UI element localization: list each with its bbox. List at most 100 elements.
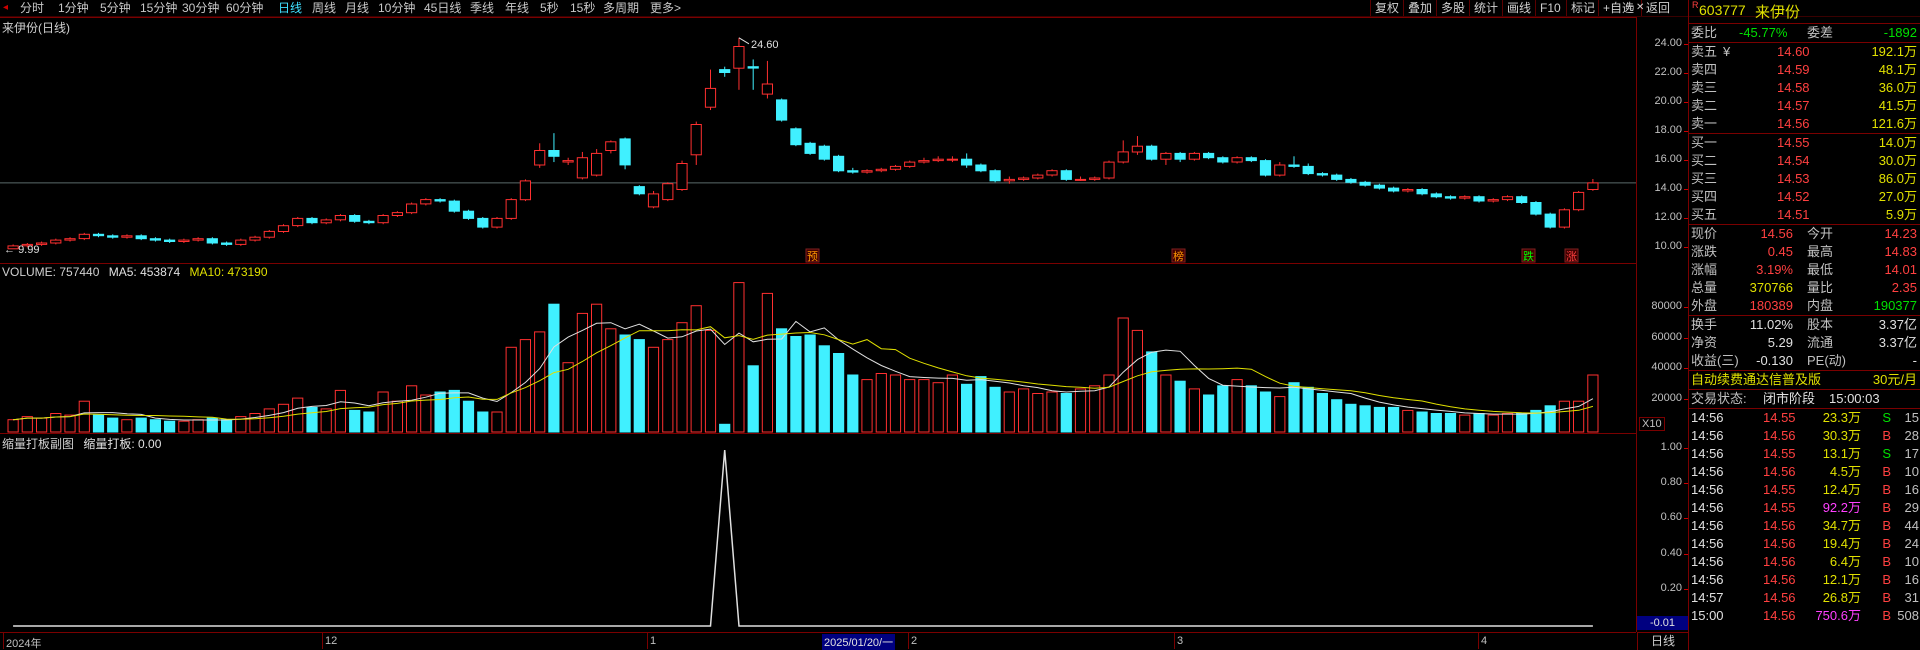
volume-bar	[704, 329, 717, 433]
volume-bar	[733, 282, 745, 433]
tick-time: 14:56	[1691, 536, 1724, 551]
period-tab-16[interactable]: 更多>	[650, 0, 681, 16]
volume-bar	[576, 312, 588, 433]
period-tab-10[interactable]: 45日线	[424, 0, 461, 16]
toolbar-button-6[interactable]: 标记	[1566, 0, 1599, 16]
toolbar-button-3[interactable]: 统计	[1469, 0, 1502, 16]
event-badge[interactable]: 涨	[1564, 248, 1579, 263]
stat-value: 0.45	[1767, 244, 1793, 259]
bid-level-label: 买五	[1691, 207, 1718, 222]
toolbar-button-5[interactable]: F10	[1535, 0, 1565, 16]
toolbar-button-2[interactable]: 多股	[1436, 0, 1469, 16]
volume-tick: 80000	[1651, 299, 1688, 312]
candle	[1501, 195, 1514, 202]
close-icon[interactable]: ✕	[1636, 0, 1644, 16]
low-label: ← 9.99	[4, 244, 39, 256]
indicator-tick: 0.40	[1660, 546, 1689, 559]
toolbar-button-1[interactable]: 叠加	[1403, 0, 1436, 16]
candle	[1160, 151, 1172, 165]
period-tab-6[interactable]: 日线	[278, 0, 302, 16]
candle	[605, 140, 617, 154]
volume-bar	[391, 400, 403, 433]
low-value: 9.99	[18, 244, 39, 256]
volume-bar	[633, 339, 645, 433]
period-tab-13[interactable]: 5秒	[540, 0, 559, 16]
candlestick-chart[interactable]: 24.60 ← 9.99 预 榜 跌 涨	[0, 18, 1636, 263]
period-tab-15[interactable]: 多周期	[603, 0, 639, 16]
volume-bar	[1302, 386, 1314, 433]
stat-row: 外盘 180389 内盘 190377	[1689, 297, 1920, 315]
candle	[292, 216, 304, 228]
event-badge[interactable]: 榜	[1171, 248, 1186, 263]
volume-bar	[1160, 374, 1172, 433]
period-tab-4[interactable]: 30分钟	[182, 0, 219, 16]
trading-status-row: 交易状态: 闭市阶段 15:00:03	[1689, 390, 1920, 408]
ask-volume: 36.0万	[1878, 80, 1917, 95]
volume-bar	[818, 345, 830, 433]
x-label-4: 4	[1477, 633, 1488, 649]
volume-bar	[1060, 393, 1072, 433]
candle	[192, 237, 204, 242]
toolbar-button-4[interactable]: 画线	[1502, 0, 1535, 16]
volume-pane[interactable]: VOLUME: 757440 MA5: 453874 MA10: 473190	[0, 263, 1636, 433]
cursor-date: 2025/01/20/一	[822, 634, 896, 650]
tick-time: 14:56	[1691, 518, 1724, 533]
x-label-2024: 2024年	[2, 633, 41, 650]
volume-bar	[221, 419, 233, 433]
period-tab-7[interactable]: 周线	[312, 0, 336, 16]
period-tab-0[interactable]: 分时	[20, 0, 44, 16]
stat-value: 14.23	[1884, 226, 1917, 241]
ask-volume: 121.6万	[1871, 116, 1917, 131]
indicator-pane[interactable]: 缩量打板副图 缩量打板: 0.00	[0, 433, 1636, 632]
volume-bar	[747, 365, 759, 433]
toolbar-button-0[interactable]: 复权	[1370, 0, 1403, 16]
tick-time: 14:56	[1691, 482, 1724, 497]
candle	[1288, 156, 1300, 168]
event-badge[interactable]: 预	[805, 248, 820, 263]
event-badge[interactable]: 跌	[1521, 248, 1536, 263]
menu-arrow-icon[interactable]: ◂	[3, 0, 8, 16]
candle	[1259, 159, 1272, 177]
tick-time: 14:57	[1691, 590, 1724, 605]
tick-price: 14.56	[1763, 518, 1796, 533]
candle	[1188, 151, 1201, 161]
volume-bar	[932, 382, 944, 433]
period-tab-5[interactable]: 60分钟	[226, 0, 263, 16]
tick-price: 14.55	[1763, 500, 1796, 515]
period-tab-1[interactable]: 1分钟	[58, 0, 89, 16]
price-tick: 20.00	[1654, 95, 1688, 108]
period-tab-9[interactable]: 10分钟	[378, 0, 415, 16]
volume-bar	[306, 406, 318, 433]
tick-row: 14:56 14.56 34.7万 B 44	[1689, 517, 1920, 535]
indicator-chart[interactable]	[0, 434, 1636, 632]
period-tab-8[interactable]: 月线	[345, 0, 369, 16]
price-tick: 24.00	[1654, 37, 1688, 50]
tick-time: 14:56	[1691, 500, 1724, 515]
volume-bar	[861, 379, 873, 433]
candle	[818, 144, 830, 161]
bid-row: 买五 14.51 5.9万	[1689, 206, 1920, 224]
volume-axis: X10 80000 60000 40000 20000	[1636, 263, 1688, 433]
volume-bar	[548, 303, 560, 433]
trading-status-label: 交易状态:	[1691, 391, 1747, 406]
stat-value: 2.35	[1891, 280, 1917, 295]
trading-status-time: 15:00:03	[1829, 391, 1880, 406]
period-tab-12[interactable]: 年线	[505, 0, 529, 16]
candle	[1032, 173, 1044, 180]
period-tab-14[interactable]: 15秒	[570, 0, 595, 16]
volume-chart[interactable]	[0, 264, 1636, 433]
tick-side: B	[1882, 428, 1891, 443]
stat-value: 190377	[1873, 298, 1917, 313]
toolbar-button-8[interactable]: 返回	[1641, 0, 1674, 16]
volume-bar	[192, 419, 204, 433]
period-tab-11[interactable]: 季线	[470, 0, 494, 16]
bid-volume: 5.9万	[1885, 207, 1917, 222]
tick-price: 14.56	[1763, 608, 1796, 623]
collapse-icon[interactable]: ▭	[1625, 0, 1634, 16]
volume-bar	[946, 374, 958, 433]
candlestick-pane[interactable]: 来伊份(日线) 24.60 ← 9.99 预榜跌涨	[0, 17, 1636, 263]
x-label-3: 3	[1173, 633, 1184, 649]
subscription-ad[interactable]: 自动续费通达信普及版 30元/月	[1689, 371, 1920, 389]
period-tab-3[interactable]: 15分钟	[140, 0, 177, 16]
period-tab-2[interactable]: 5分钟	[100, 0, 131, 16]
